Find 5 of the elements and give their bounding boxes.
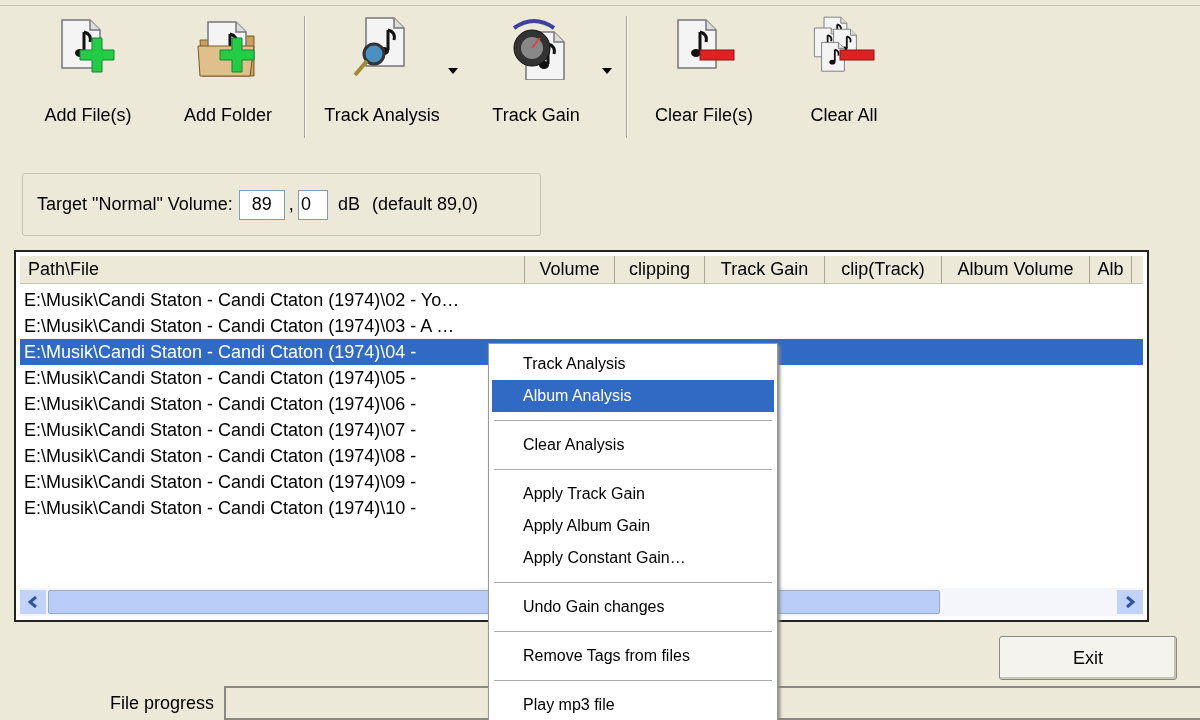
default-hint: (default 89,0) xyxy=(371,193,478,216)
progress-label: File progress xyxy=(110,691,215,715)
volume-label: Target "Normal" Volume: xyxy=(37,193,233,216)
unit-label: dB xyxy=(337,193,360,216)
decimal-comma: , xyxy=(288,193,294,216)
